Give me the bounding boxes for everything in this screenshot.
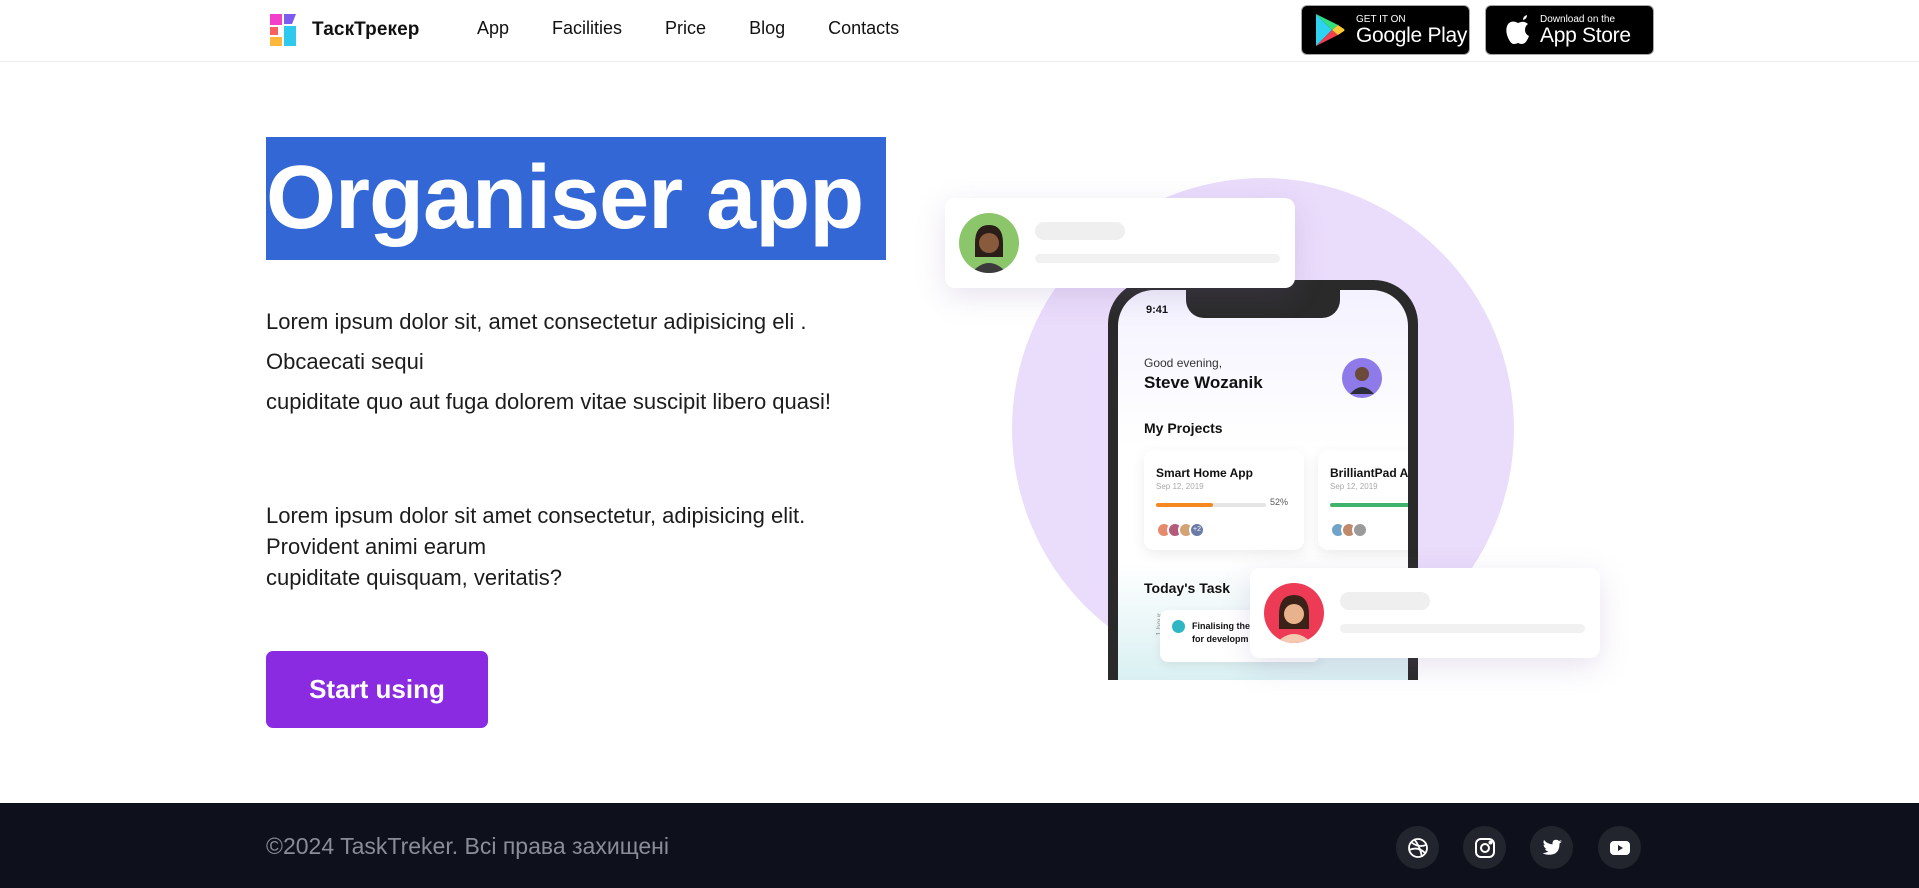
instagram-icon[interactable]: [1463, 826, 1506, 869]
phone-user-name: Steve Wozanik: [1144, 373, 1263, 392]
app-store-small-text: Download on the: [1540, 13, 1616, 25]
project-progress-fill: [1156, 503, 1214, 507]
phone-todays-task: Today's Task: [1144, 580, 1231, 596]
avatar-woman-icon: [1264, 583, 1324, 643]
project-progress-bar: [1330, 503, 1408, 507]
project-members-extra: +2: [1189, 522, 1205, 538]
copyright-text: ©2024 TaskTreker. Всі права захищені: [266, 833, 669, 859]
app-store-button[interactable]: Download on the App Store: [1485, 5, 1654, 55]
project-percent: 52%: [1270, 497, 1289, 507]
avatar: [959, 213, 1019, 273]
phone-greeting: Good evening,: [1144, 356, 1223, 370]
hero-paragraph-1-line: Lorem ipsum dolor sit, amet consectetur …: [266, 309, 807, 334]
phone-time: 9:41: [1146, 304, 1169, 316]
task-text-line: Finalising the T: [1192, 621, 1259, 631]
project-members: +2: [1156, 522, 1205, 538]
avatar-icon: [1350, 367, 1374, 394]
project-progress-fill: [1330, 503, 1408, 507]
phone-notch: [1186, 290, 1340, 318]
floating-card-top: [945, 198, 1295, 288]
phone-my-projects: My Projects: [1144, 420, 1223, 436]
app-store-big-text: App Store: [1540, 23, 1631, 47]
nav-blog[interactable]: Blog: [749, 16, 785, 40]
project-members: [1330, 522, 1368, 538]
logo-text: ТаскТрекер: [312, 19, 420, 40]
nav-price[interactable]: Price: [665, 16, 706, 40]
project-card: Smart Home App Sep 12, 2019 52% +2: [1144, 450, 1304, 550]
phone-user-avatar: [1342, 358, 1382, 398]
google-play-button[interactable]: GET IT ON Google Play: [1301, 5, 1470, 55]
hero-paragraph-2-line: cupiditate quisquam, veritatis?: [266, 565, 562, 590]
hero-paragraph-2-line: Lorem ipsum dolor sit amet consectetur, …: [266, 503, 806, 528]
google-play-small-text: GET IT ON: [1356, 13, 1406, 25]
hero-paragraph-1-line: Obcaecati sequi: [266, 349, 424, 374]
project-title: BrilliantPad A: [1330, 466, 1408, 480]
skeleton-line: [1340, 592, 1430, 610]
twitter-icon[interactable]: [1530, 826, 1573, 869]
hero-title: Organiser app: [266, 137, 886, 260]
floating-card-bottom: [1250, 568, 1600, 658]
google-play-icon: [1316, 14, 1345, 46]
check-icon: [1172, 620, 1185, 633]
task-text-line: for developm: [1192, 634, 1249, 644]
nav-app[interactable]: App: [477, 16, 509, 40]
site-footer: ©2024 TaskTreker. Всі права захищені: [0, 803, 1919, 888]
avatar: [1264, 583, 1324, 643]
hero-paragraph-1: Lorem ipsum dolor sit, amet consectetur …: [266, 302, 906, 422]
project-title: Smart Home App: [1156, 466, 1253, 480]
project-progress-bar: [1156, 503, 1266, 507]
skeleton-line: [1035, 222, 1125, 240]
hero-paragraph-2-line: Provident animi earum: [266, 534, 487, 559]
youtube-icon[interactable]: [1598, 826, 1641, 869]
project-date: Sep 12, 2019: [1156, 482, 1204, 491]
site-header: ТаскТрекер App Facilities Price Blog Con…: [0, 0, 1919, 62]
hero-paragraph-2: Lorem ipsum dolor sit amet consectetur, …: [266, 500, 906, 593]
skeleton-line: [1340, 624, 1585, 633]
start-using-button[interactable]: Start using: [266, 651, 488, 728]
project-card: BrilliantPad A Sep 12, 2019: [1318, 450, 1408, 550]
project-date: Sep 12, 2019: [1330, 482, 1378, 491]
logo-icon: [270, 14, 296, 46]
nav-contacts[interactable]: Contacts: [828, 16, 899, 40]
google-play-big-text: Google Play: [1356, 23, 1468, 47]
main-nav: App Facilities Price Blog Contacts: [477, 16, 942, 40]
avatar-woman-icon: [959, 213, 1019, 273]
nav-facilities[interactable]: Facilities: [552, 16, 622, 40]
dribbble-icon[interactable]: [1396, 826, 1439, 869]
apple-icon: [1506, 15, 1529, 44]
logo[interactable]: ТаскТрекер: [266, 12, 420, 48]
skeleton-line: [1035, 254, 1280, 263]
hero-paragraph-1-line: cupiditate quo aut fuga dolorem vitae su…: [266, 389, 832, 414]
